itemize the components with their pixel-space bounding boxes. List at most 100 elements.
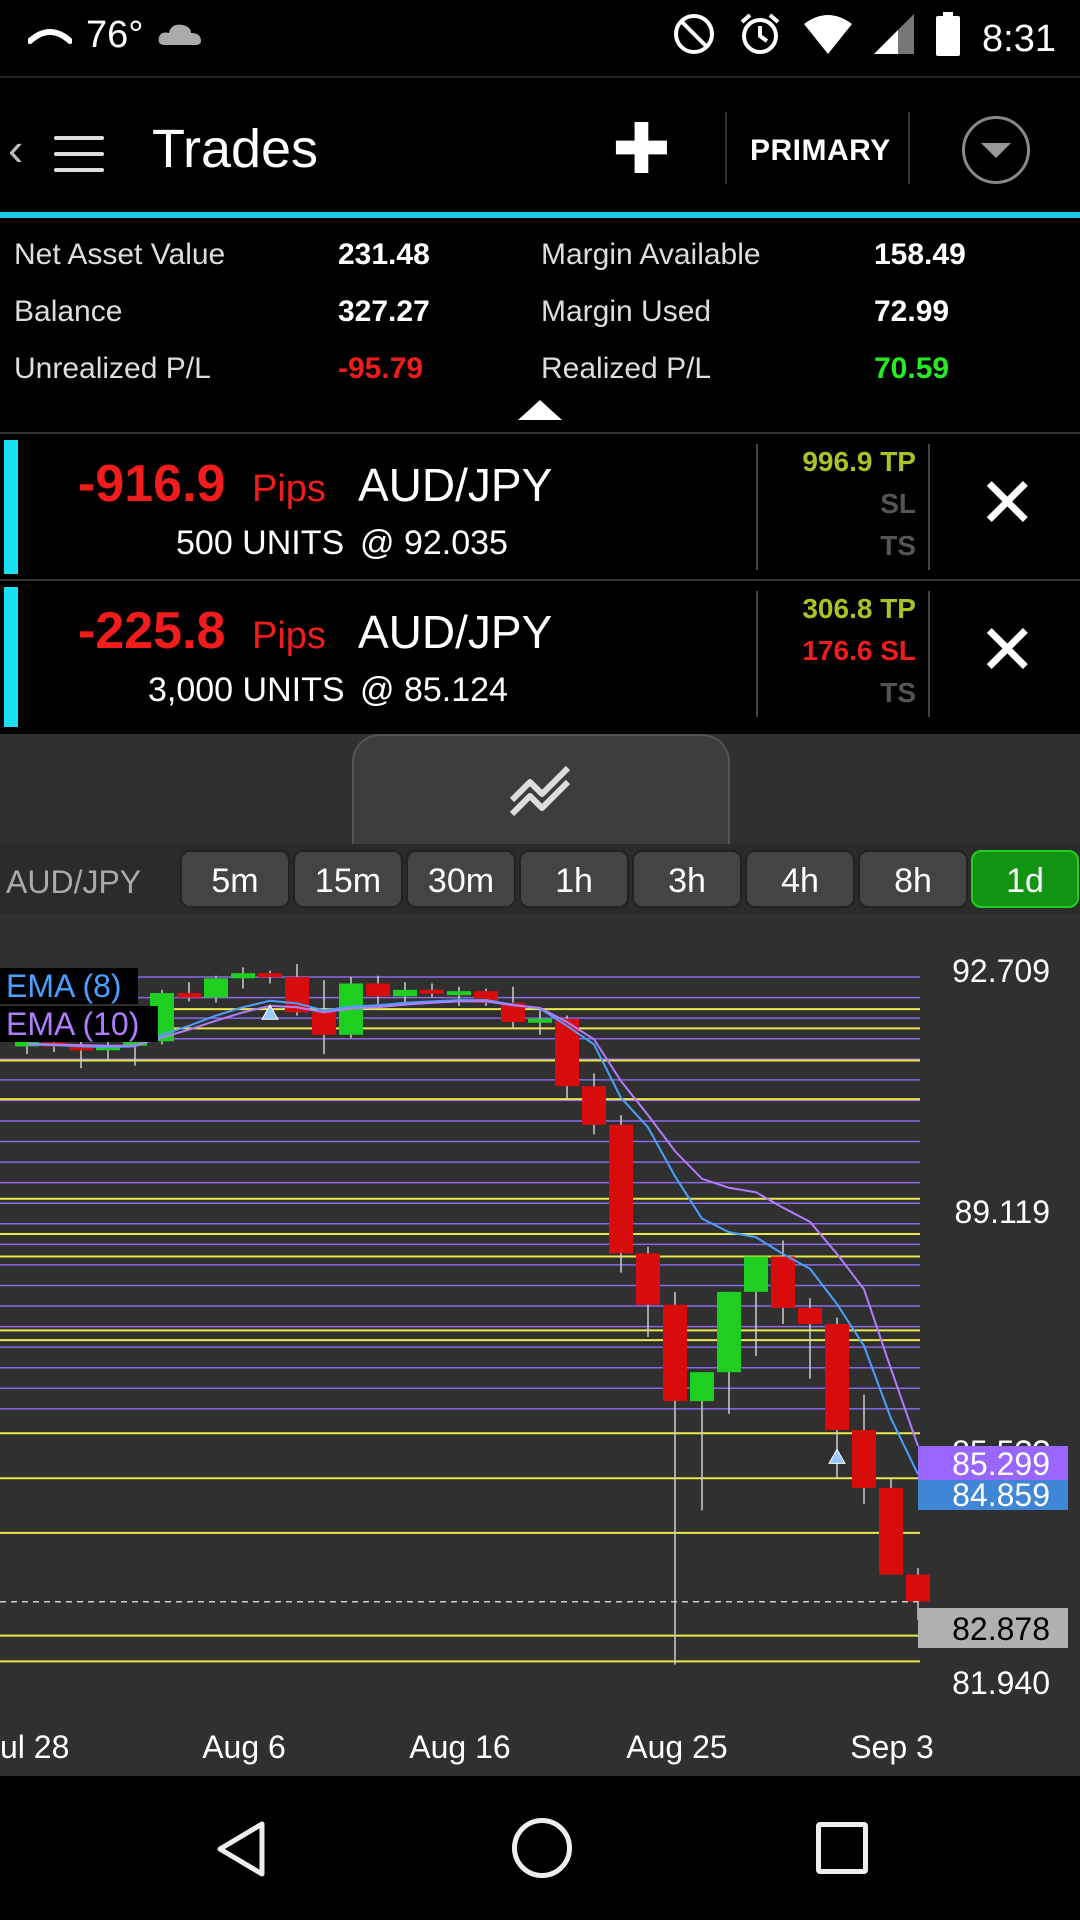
account-selector-button[interactable]: PRIMARY bbox=[750, 134, 891, 168]
nav-back-icon[interactable] bbox=[214, 1820, 268, 1883]
take-profit: 996.9 TP bbox=[802, 446, 916, 477]
y-tick: 92.709 bbox=[952, 953, 1050, 989]
candle-body bbox=[879, 1487, 903, 1575]
menu-icon[interactable] bbox=[54, 136, 104, 184]
nav-home-icon[interactable] bbox=[512, 1818, 572, 1878]
candle-body bbox=[582, 1086, 606, 1125]
nav-recents-icon[interactable] bbox=[816, 1822, 868, 1874]
cell-signal-icon bbox=[874, 14, 915, 64]
candle-body bbox=[420, 989, 444, 994]
net-asset-value-label: Net Asset Value bbox=[14, 238, 226, 271]
trade-pair: AUD/JPY bbox=[358, 606, 553, 658]
trade-entry-marker bbox=[828, 1448, 846, 1464]
status-bar: 76° 8:31 bbox=[0, 0, 1080, 76]
trade-units: 3,000 UNITS bbox=[148, 671, 345, 709]
price-chart[interactable]: EMA (8) EMA (10) 92.709 89.119 81.940 85… bbox=[0, 930, 1080, 1776]
system-nav-bar bbox=[0, 1776, 1080, 1920]
candle-body bbox=[528, 1018, 552, 1023]
candle-body bbox=[663, 1304, 687, 1402]
wifi-icon bbox=[804, 14, 853, 64]
trade-row[interactable]: -225.8 Pips AUD/JPY 3,000 UNITS @ 85.124… bbox=[0, 579, 1080, 733]
chart-tab-handle[interactable] bbox=[352, 734, 730, 844]
trailing-stop: TS bbox=[880, 530, 916, 561]
close-trade-icon[interactable]: ✕ bbox=[978, 609, 1037, 691]
timeframe-1h[interactable]: 1h bbox=[519, 850, 629, 908]
y-tick: 89.119 bbox=[955, 1194, 1051, 1230]
divider bbox=[756, 591, 758, 717]
net-asset-value: 231.48 bbox=[338, 238, 430, 271]
margin-available-value: 158.49 bbox=[874, 238, 966, 271]
close-trade-icon[interactable]: ✕ bbox=[978, 462, 1037, 544]
candle-body bbox=[312, 1012, 336, 1035]
candle-body bbox=[231, 973, 255, 979]
signal-arc-icon bbox=[27, 14, 73, 57]
candle-body bbox=[771, 1256, 795, 1308]
x-tick: Aug 25 bbox=[626, 1729, 727, 1765]
candle-body bbox=[393, 989, 417, 997]
candle-body bbox=[636, 1253, 660, 1305]
trade-row[interactable]: -916.9 Pips AUD/JPY 500 UNITS @ 92.035 9… bbox=[0, 432, 1080, 578]
divider bbox=[908, 112, 910, 184]
ema8-price-text: 84.859 bbox=[952, 1477, 1050, 1513]
back-chevron-icon[interactable]: ‹ bbox=[8, 122, 23, 176]
summary-row: Net Asset Value 231.48 Margin Available … bbox=[0, 238, 1080, 294]
unrealized-pl-value: -95.79 bbox=[338, 352, 424, 385]
timeframe-bar: AUD/JPY 5m 15m 30m 1h 3h 4h 8h 1d bbox=[0, 844, 1080, 914]
chart-line-icon bbox=[509, 765, 571, 817]
candle-body bbox=[366, 983, 390, 997]
timeframe-4h[interactable]: 4h bbox=[745, 850, 855, 908]
cloud-icon bbox=[157, 14, 203, 57]
x-tick: Sep 3 bbox=[850, 1729, 934, 1765]
ema8-line bbox=[26, 999, 919, 1475]
divider bbox=[928, 591, 930, 717]
app-bar: ‹ Trades ✚ PRIMARY bbox=[0, 76, 1080, 214]
temperature: 76° bbox=[86, 14, 144, 56]
timeframe-15m[interactable]: 15m bbox=[293, 850, 403, 908]
x-tick: Aug 6 bbox=[202, 1729, 286, 1765]
candle-body bbox=[555, 1018, 579, 1087]
timeframe-30m[interactable]: 30m bbox=[406, 850, 516, 908]
y-tick: 81.940 bbox=[952, 1665, 1050, 1701]
plus-icon[interactable]: ✚ bbox=[612, 108, 671, 190]
candle-body bbox=[906, 1574, 930, 1602]
trailing-stop: TS bbox=[880, 677, 916, 708]
margin-used-label: Margin Used bbox=[541, 295, 712, 328]
dropdown-circle-icon[interactable] bbox=[962, 116, 1030, 184]
collapse-arrow-icon[interactable] bbox=[518, 400, 562, 420]
timeframe-1d[interactable]: 1d bbox=[971, 850, 1079, 908]
stop-loss: SL bbox=[880, 488, 916, 519]
legend-ema10: EMA (10) bbox=[6, 1006, 139, 1042]
divider bbox=[725, 112, 727, 184]
margin-available-label: Margin Available bbox=[541, 238, 761, 271]
realized-pl-label: Realized P/L bbox=[541, 352, 712, 385]
clock: 8:31 bbox=[982, 17, 1056, 60]
balance-label: Balance bbox=[14, 295, 123, 328]
timeframe-8h[interactable]: 8h bbox=[858, 850, 968, 908]
realized-pl-value: 70.59 bbox=[874, 352, 950, 385]
candle-body bbox=[825, 1324, 849, 1431]
trade-price: @ 85.124 bbox=[360, 671, 508, 709]
candle-body bbox=[798, 1307, 822, 1325]
battery-icon bbox=[936, 12, 961, 66]
candle-body bbox=[717, 1291, 741, 1373]
timeframe-5m[interactable]: 5m bbox=[180, 850, 290, 908]
candle-body bbox=[609, 1124, 633, 1254]
candle-body bbox=[744, 1256, 768, 1292]
trade-indicator bbox=[4, 440, 18, 574]
trade-units: 500 UNITS bbox=[176, 524, 345, 562]
do-not-disturb-icon bbox=[672, 12, 716, 66]
page-title: Trades bbox=[152, 119, 319, 179]
summary-row: Balance 327.27 Margin Used 72.99 bbox=[0, 295, 1080, 351]
legend-ema8: EMA (8) bbox=[6, 968, 122, 1004]
pips-label: Pips bbox=[252, 468, 326, 510]
divider bbox=[928, 444, 930, 570]
trade-price: @ 92.035 bbox=[360, 524, 508, 562]
current-price-text: 82.878 bbox=[952, 1611, 1050, 1647]
candle-body bbox=[204, 978, 228, 998]
stop-loss: 176.6 SL bbox=[802, 635, 916, 666]
x-tick: Aug 16 bbox=[409, 1729, 510, 1765]
candle-body bbox=[447, 991, 471, 996]
trade-pips: -916.9 bbox=[78, 455, 226, 513]
trade-indicator bbox=[4, 587, 18, 727]
timeframe-3h[interactable]: 3h bbox=[632, 850, 742, 908]
